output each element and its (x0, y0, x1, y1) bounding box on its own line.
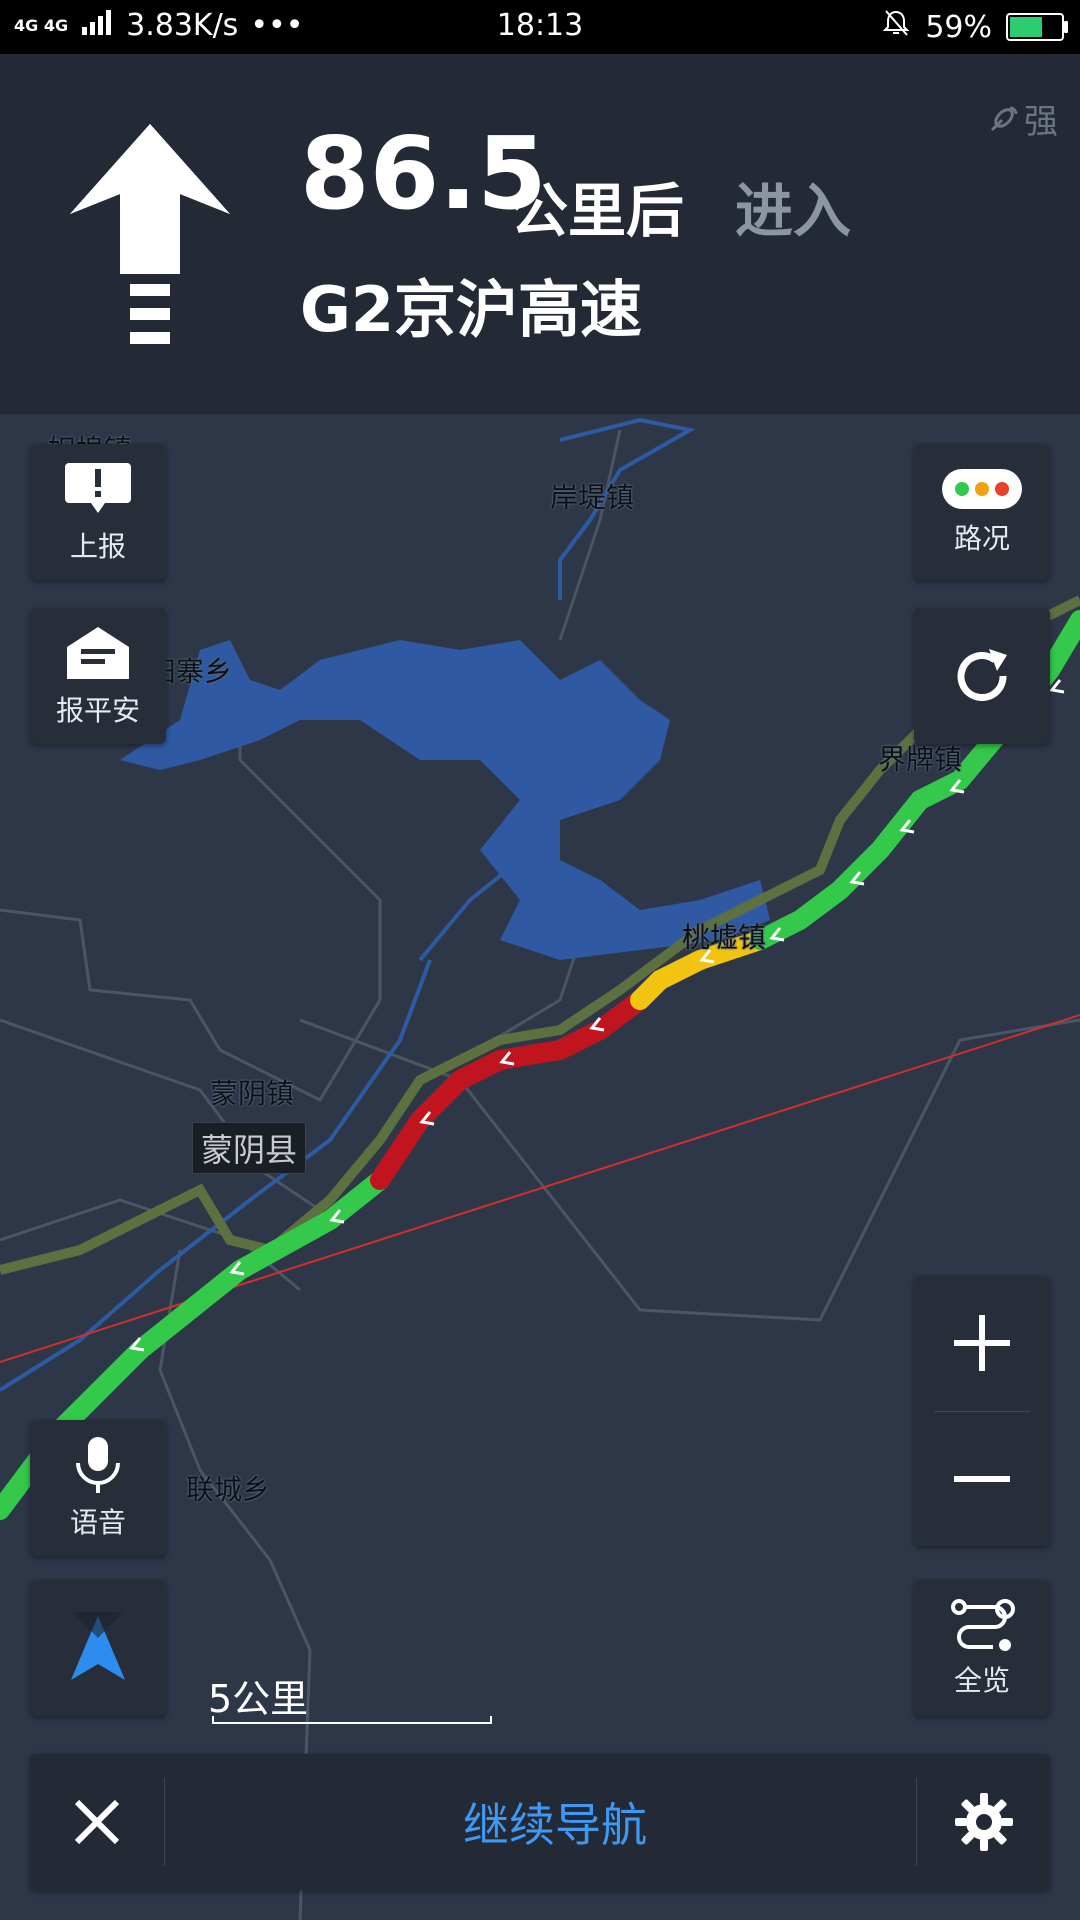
gps-strength: 强 (1024, 102, 1058, 142)
satellite-icon (990, 106, 1018, 131)
refresh-icon (957, 649, 1007, 701)
safe-report-button[interactable]: 报平安 (30, 608, 166, 744)
map-scale-label: 5公里 (208, 1677, 309, 1721)
straight-arrow-icon (70, 124, 230, 344)
location-button[interactable] (30, 1580, 166, 1716)
overview-button[interactable]: 全览 (914, 1580, 1050, 1716)
compass-arrow-icon (71, 1612, 125, 1680)
battery-percent: 59% (925, 9, 992, 45)
traffic-button[interactable]: 路况 (914, 444, 1050, 580)
overview-label: 全览 (953, 1664, 1010, 1697)
continue-navigation-button[interactable]: 继续导航 (165, 1754, 945, 1890)
zoom-in-button[interactable] (914, 1276, 1050, 1410)
distance-unit: 公里后 (510, 177, 685, 245)
refresh-button[interactable] (914, 608, 1050, 744)
map-scale-bar (212, 1716, 492, 1724)
close-icon (74, 1799, 120, 1845)
zoom-out-button[interactable] (914, 1412, 1050, 1546)
road-name: G2京沪高速 (300, 273, 643, 346)
gps-signal: 强 (986, 94, 1058, 143)
microphone-icon (76, 1437, 120, 1493)
traffic-light-icon (942, 469, 1022, 509)
traffic-label: 路况 (953, 522, 1010, 555)
route-overview-icon (951, 1599, 1015, 1651)
status-right: 59% (881, 8, 1068, 46)
battery-icon (1006, 13, 1068, 41)
guidance-panel: 86.5 公里后 进入 G2京沪高速 强 (0, 54, 1080, 414)
map-label-county: 蒙阴县 (192, 1122, 307, 1174)
report-button[interactable]: 上报 (30, 444, 166, 580)
minus-icon (954, 1476, 1010, 1482)
maneuver-action: 进入 (735, 177, 852, 245)
envelope-icon (67, 627, 129, 679)
voice-label: 语音 (69, 1506, 126, 1539)
map-label: 桃墟镇 (682, 921, 767, 954)
voice-button[interactable]: 语音 (30, 1420, 166, 1556)
bottom-bar: 继续导航 (30, 1754, 1050, 1890)
safe-report-label: 报平安 (55, 694, 140, 727)
bell-muted-icon (881, 8, 911, 46)
map-label: 蒙阴镇 (210, 1077, 295, 1110)
status-bar: 4G 4G 3.83K/s ••• 18:13 59% (0, 0, 1080, 54)
map-label: 联城乡 (186, 1473, 271, 1506)
zoom-control (914, 1276, 1050, 1546)
map-label: 岸堤镇 (550, 481, 635, 514)
report-label: 上报 (69, 530, 126, 563)
gear-icon (954, 1793, 1013, 1851)
alert-bubble-icon (65, 463, 131, 513)
settings-button[interactable] (917, 1754, 1050, 1890)
exit-navigation-button[interactable] (30, 1754, 164, 1890)
plus-icon (954, 1315, 1010, 1371)
map-label: 界牌镇 (878, 743, 963, 776)
